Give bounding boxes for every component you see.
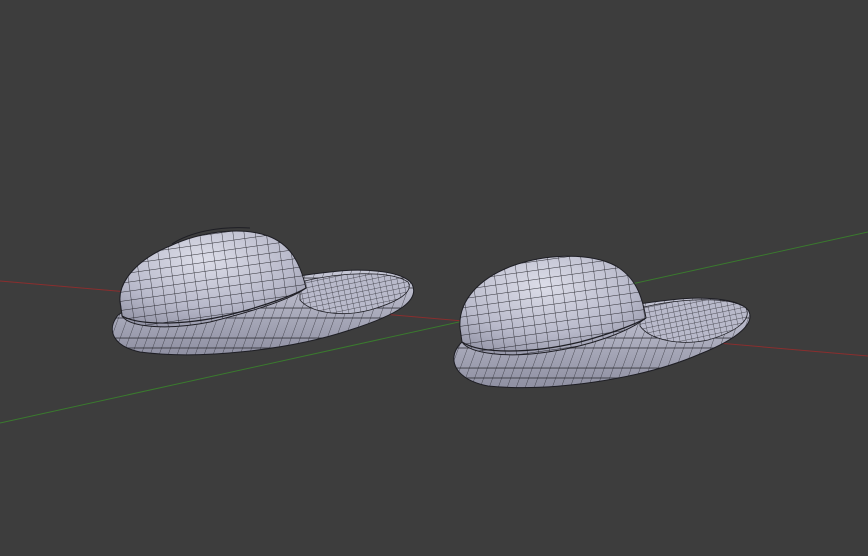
3d-viewport[interactable] — [0, 0, 868, 556]
viewport-scene[interactable] — [0, 0, 868, 556]
right-slipper-mesh[interactable] — [453, 255, 751, 388]
left-slipper-mesh[interactable] — [111, 227, 415, 356]
